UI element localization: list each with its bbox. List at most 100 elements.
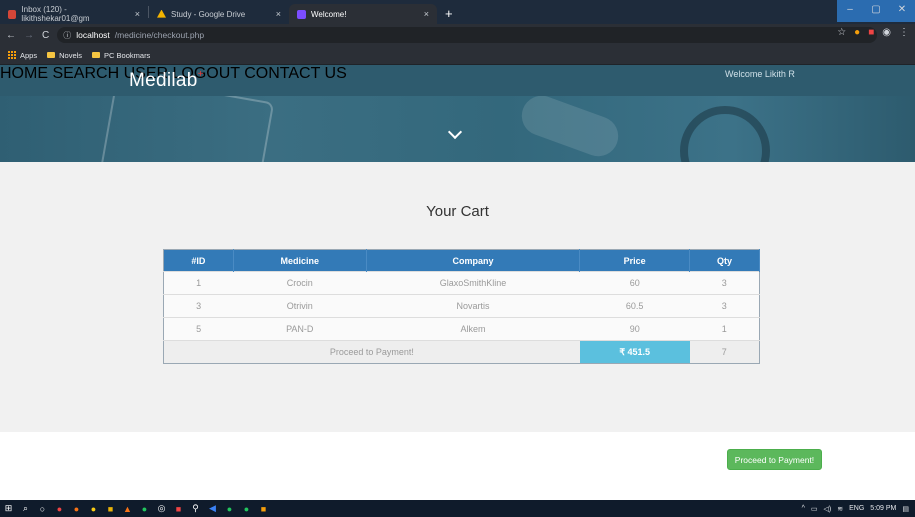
- page-title: Your Cart: [426, 203, 489, 220]
- back-icon[interactable]: ←: [6, 30, 16, 41]
- info-icon: ⓘ: [63, 30, 72, 40]
- notification-icon[interactable]: ▤: [902, 505, 909, 513]
- obs-icon[interactable]: ◎: [153, 500, 170, 517]
- site-logo[interactable]: Medilab+: [129, 68, 204, 92]
- close-window-icon[interactable]: ✕: [889, 0, 915, 22]
- welcome-text: Welcome Likith R: [725, 69, 795, 79]
- menu-icon[interactable]: ⋮: [899, 27, 909, 38]
- logo-cross-icon: +: [197, 68, 204, 80]
- tab-title: Inbox (120) - likithshekar01@gm: [21, 5, 90, 23]
- cart-table: #ID Medicine Company Price Qty 1 Crocin …: [163, 249, 760, 364]
- nav-contact[interactable]: CONTACT US: [244, 65, 347, 82]
- nav-search[interactable]: SEARCH: [52, 65, 119, 82]
- hero-stethoscope-shape: [680, 106, 770, 162]
- bookmark-pc[interactable]: PC Bookmars: [92, 51, 150, 60]
- url-path: /medicine/checkout.php: [114, 30, 205, 40]
- gmail-icon: [8, 9, 17, 19]
- col-company: Company: [366, 249, 581, 272]
- col-qty: Qty: [689, 249, 760, 272]
- hero-clipboard-shape: [95, 96, 275, 162]
- tab-welcome[interactable]: Welcome! ×: [289, 4, 437, 24]
- tab-title: Welcome!: [311, 9, 347, 19]
- drive-icon: [157, 9, 166, 18]
- tab-drive[interactable]: Study - Google Drive ×: [149, 4, 289, 24]
- windows-taskbar: ⊞ ⌕ ○ ● ● ● ■ ▲ ● ◎ ■ ⚲ ◀ ● ● ■ ^ ▭ ◁) ≋…: [0, 500, 915, 517]
- tab-inbox[interactable]: Inbox (120) - likithshekar01@gm ×: [0, 4, 148, 24]
- profile-icon[interactable]: ◉: [882, 27, 891, 38]
- battery-icon[interactable]: ▭: [811, 505, 818, 513]
- firefox-icon[interactable]: ●: [68, 500, 85, 517]
- forward-icon[interactable]: →: [24, 30, 34, 41]
- cell-medicine: Otrivin: [233, 294, 367, 318]
- bookmark-label: PC Bookmars: [104, 50, 151, 60]
- browser-tab-strip: Inbox (120) - likithshekar01@gm × Study …: [0, 0, 915, 24]
- cortana-icon[interactable]: ○: [34, 500, 51, 517]
- url-input[interactable]: ⓘ localhost/medicine/checkout.php: [57, 27, 878, 43]
- window-controls: – ▢ ✕: [837, 0, 915, 22]
- vscode-icon[interactable]: ◀: [204, 500, 221, 517]
- nav-home[interactable]: HOME: [0, 65, 48, 82]
- address-bar-row: ← → C ⓘ localhost/medicine/checkout.php …: [0, 24, 915, 46]
- search-icon[interactable]: ⌕: [17, 500, 34, 517]
- system-tray: ^ ▭ ◁) ≋ ENG 5:09 PM ▤: [802, 500, 909, 517]
- bookmarks-bar: Apps Novels PC Bookmars: [0, 46, 915, 65]
- wifi-icon[interactable]: ≋: [837, 505, 843, 513]
- language-indicator[interactable]: ENG: [849, 505, 864, 512]
- table-footer-row: Proceed to Payment! ₹ 451.5 7: [163, 340, 760, 364]
- clock[interactable]: 5:09 PM: [870, 505, 896, 512]
- star-icon[interactable]: ☆: [837, 27, 846, 38]
- minimize-icon[interactable]: –: [837, 0, 863, 22]
- volume-icon[interactable]: ◁): [824, 505, 832, 513]
- whatsapp-icon[interactable]: ●: [238, 500, 255, 517]
- new-tab-button[interactable]: +: [437, 4, 461, 24]
- cell-id: 5: [163, 317, 234, 341]
- bookmark-label: Apps: [20, 50, 38, 60]
- cell-qty: 3: [689, 271, 760, 295]
- cell-id: 3: [163, 294, 234, 318]
- table-row: 1 Crocin GlaxoSmithKline 60 3: [163, 271, 760, 295]
- folder-icon: [47, 52, 56, 58]
- opera-icon[interactable]: ●: [51, 500, 68, 517]
- cell-price: 60.5: [579, 294, 690, 318]
- cart-total: ₹ 451.5: [579, 340, 690, 364]
- table-row: 3 Otrivin Novartis 60.5 3: [163, 294, 760, 318]
- col-price: Price: [579, 249, 691, 272]
- cell-qty: 3: [689, 294, 760, 318]
- bookmark-apps[interactable]: Apps: [8, 51, 37, 60]
- proceed-label: Proceed to Payment!: [163, 340, 580, 364]
- extension-icon[interactable]: ●: [854, 27, 860, 38]
- proceed-to-payment-button[interactable]: Proceed to Payment!: [727, 449, 822, 470]
- col-id: #ID: [163, 249, 234, 272]
- site-navbar: Medilab+ HOME SEARCH USER LOGOUT CONTACT…: [0, 65, 915, 96]
- page-icon: [297, 9, 306, 19]
- windows-start-icon[interactable]: ⊞: [0, 500, 17, 517]
- bookmark-novels[interactable]: Novels: [47, 51, 82, 60]
- cell-company: Alkem: [366, 317, 580, 341]
- tab-title: Study - Google Drive: [171, 9, 246, 19]
- vlc-icon[interactable]: ▲: [119, 500, 136, 517]
- cell-medicine: Crocin: [233, 271, 367, 295]
- cell-price: 60: [579, 271, 690, 295]
- network-app-icon[interactable]: ⚲: [187, 500, 204, 517]
- tray-chevron-icon[interactable]: ^: [802, 505, 805, 512]
- app-red-icon[interactable]: ■: [170, 500, 187, 517]
- total-qty: 7: [689, 340, 760, 364]
- file-explorer-icon[interactable]: ■: [102, 500, 119, 517]
- extension-red-icon[interactable]: ■: [868, 27, 874, 38]
- maximize-icon[interactable]: ▢: [863, 0, 889, 22]
- table-header-row: #ID Medicine Company Price Qty: [163, 249, 760, 272]
- table-row: 5 PAN-D Alkem 90 1: [163, 317, 760, 341]
- apps-grid-icon: [8, 51, 16, 59]
- col-medicine: Medicine: [233, 249, 367, 272]
- url-host: localhost: [76, 30, 110, 40]
- chrome-icon[interactable]: ●: [85, 500, 102, 517]
- close-tab-icon[interactable]: ×: [276, 9, 281, 19]
- close-tab-icon[interactable]: ×: [424, 9, 429, 19]
- cell-qty: 1: [689, 317, 760, 341]
- spotify-icon[interactable]: ●: [221, 500, 238, 517]
- hero-glove-shape: [516, 96, 624, 162]
- app-green-icon[interactable]: ●: [136, 500, 153, 517]
- sublime-icon[interactable]: ■: [255, 500, 272, 517]
- close-tab-icon[interactable]: ×: [135, 9, 140, 19]
- reload-icon[interactable]: C: [42, 30, 49, 41]
